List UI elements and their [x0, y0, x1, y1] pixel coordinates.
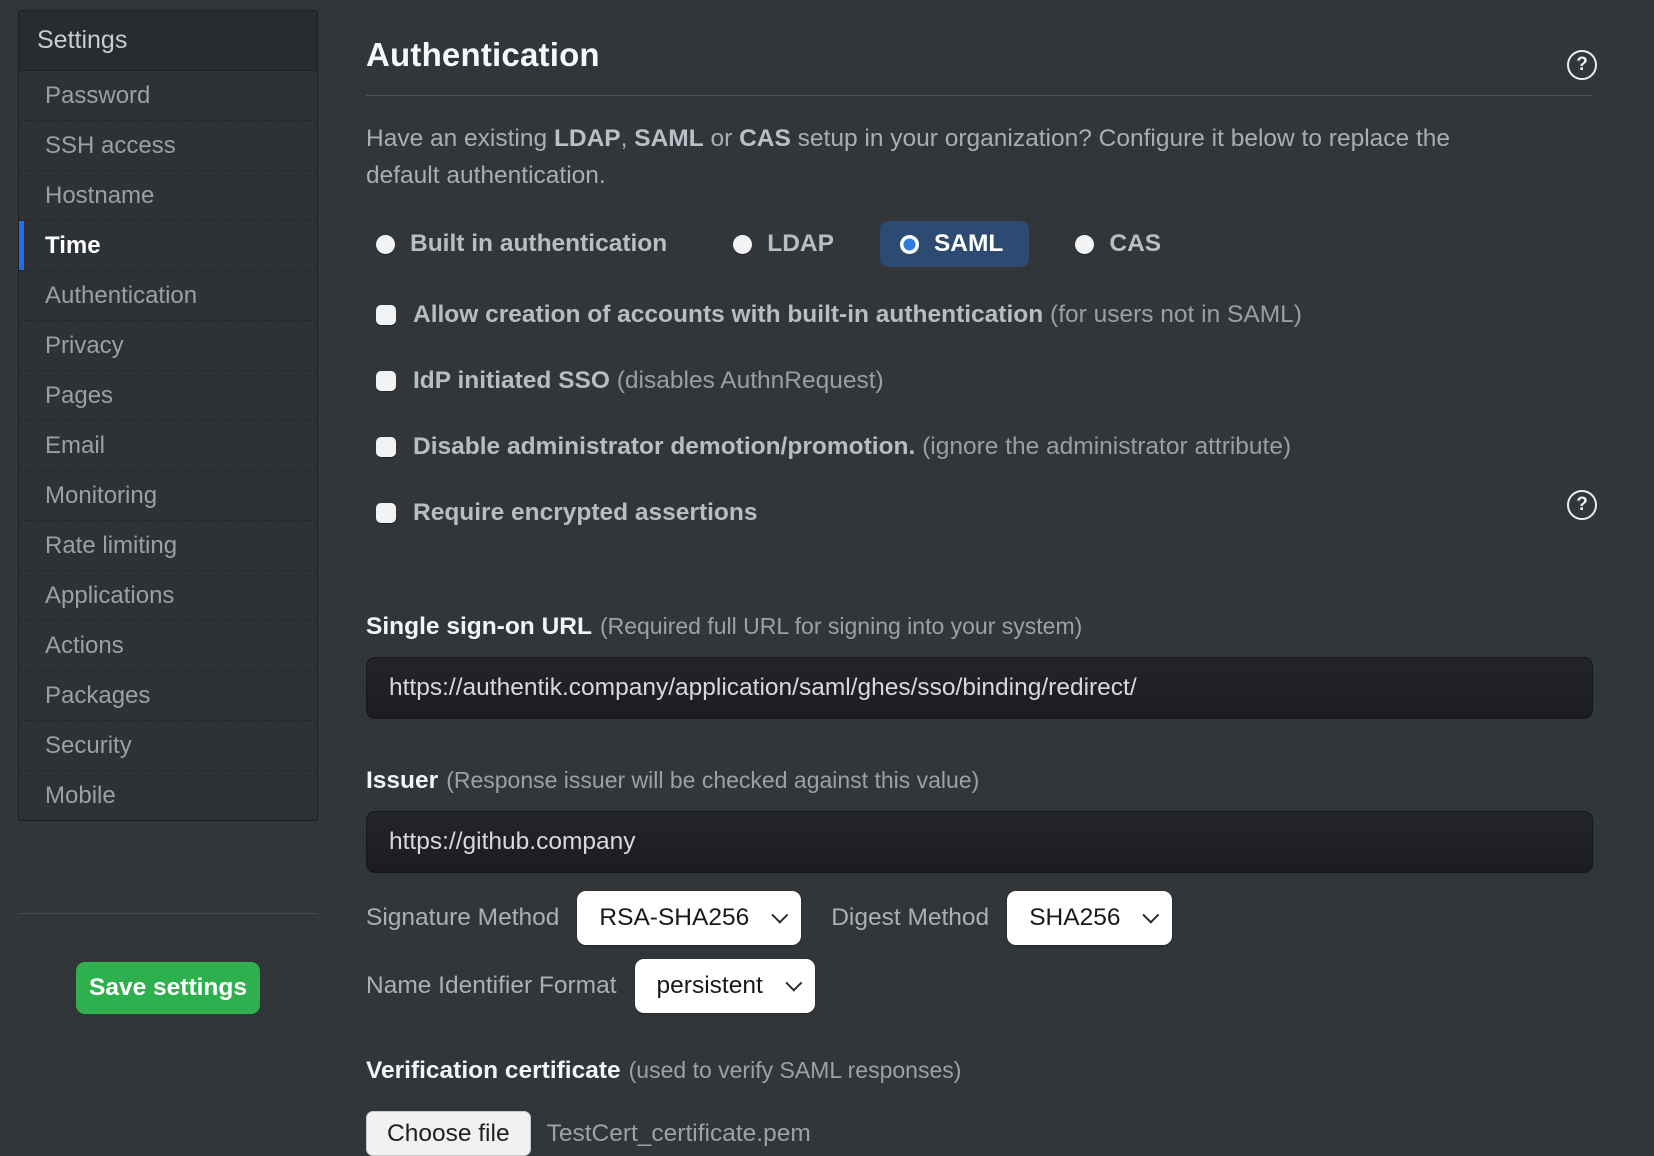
sidebar-item-rate-limiting[interactable]: Rate limiting: [19, 520, 317, 570]
sso-url-input[interactable]: [366, 657, 1593, 719]
sidebar-item-monitoring[interactable]: Monitoring: [19, 470, 317, 520]
radio-label: CAS: [1109, 230, 1161, 258]
page-title: Authentication: [366, 36, 1593, 74]
sidebar-item-ssh-access[interactable]: SSH access: [19, 120, 317, 170]
sidebar-item-time[interactable]: Time: [19, 220, 317, 270]
name-identifier-format-select[interactable]: persistent: [635, 959, 815, 1013]
sidebar-item-actions[interactable]: Actions: [19, 620, 317, 670]
radio-label: Built in authentication: [410, 230, 667, 258]
help-icon[interactable]: ?: [1567, 50, 1597, 80]
method-selects-row: Signature Method RSA-SHA256 Digest Metho…: [366, 891, 1593, 945]
sidebar-item-applications[interactable]: Applications: [19, 570, 317, 620]
option-allow-builtin-accounts: Allow creation of accounts with built-in…: [376, 301, 1593, 329]
chevron-down-icon: [785, 975, 802, 992]
sidebar-item-packages[interactable]: Packages: [19, 670, 317, 720]
sidebar-item-authentication[interactable]: Authentication: [19, 270, 317, 320]
signature-method-label: Signature Method: [366, 904, 559, 932]
option-require-encrypted-assertions: Require encrypted assertions: [376, 499, 1593, 527]
digest-method-select[interactable]: SHA256: [1007, 891, 1172, 945]
sidebar-item-hostname[interactable]: Hostname: [19, 170, 317, 220]
sso-url-field: Single sign-on URL(Required full URL for…: [366, 613, 1593, 719]
issuer-input[interactable]: [366, 811, 1593, 873]
encrypted-assertions-help-icon[interactable]: ?: [1567, 490, 1597, 520]
option-label: Require encrypted assertions: [413, 499, 757, 527]
option-label: IdP initiated SSO (disables AuthnRequest…: [413, 367, 884, 395]
option-label: Allow creation of accounts with built-in…: [413, 301, 1302, 329]
intro-text: Have an existing LDAP, SAML or CAS setup…: [366, 120, 1486, 194]
auth-method-radio-group: Built in authentication LDAP SAML CAS: [366, 221, 1593, 267]
issuer-label: Issuer(Response issuer will be checked a…: [366, 767, 1593, 795]
radio-selected-icon: [900, 235, 919, 254]
radio-icon: [376, 235, 395, 254]
sidebar-divider: [18, 913, 318, 914]
app-root: Settings Password SSH access Hostname Ti…: [0, 0, 1654, 1124]
sidebar-item-password[interactable]: Password: [19, 71, 317, 120]
sidebar-item-mobile[interactable]: Mobile: [19, 770, 317, 820]
radio-icon: [733, 235, 752, 254]
checkbox-icon[interactable]: [376, 371, 396, 391]
chevron-down-icon: [1143, 907, 1160, 924]
radio-built-in-authentication[interactable]: Built in authentication: [376, 230, 667, 258]
verification-certificate-field: Verification certificate(used to verify …: [366, 1057, 1593, 1156]
sso-url-label: Single sign-on URL(Required full URL for…: [366, 613, 1593, 641]
choose-file-button[interactable]: Choose file: [366, 1111, 531, 1156]
signature-method-select[interactable]: RSA-SHA256: [577, 891, 801, 945]
checkbox-icon[interactable]: [376, 437, 396, 457]
sidebar-item-email[interactable]: Email: [19, 420, 317, 470]
settings-nav: Settings Password SSH access Hostname Ti…: [18, 10, 318, 821]
saml-options: Allow creation of accounts with built-in…: [366, 301, 1593, 527]
chevron-down-icon: [772, 907, 789, 924]
sidebar-header: Settings: [19, 11, 317, 71]
issuer-field: Issuer(Response issuer will be checked a…: [366, 767, 1593, 873]
verification-certificate-label: Verification certificate(used to verify …: [366, 1057, 1593, 1085]
name-identifier-format-label: Name Identifier Format: [366, 972, 617, 1000]
settings-sidebar: Settings Password SSH access Hostname Ti…: [18, 0, 318, 1124]
radio-ldap[interactable]: LDAP: [733, 230, 834, 258]
certificate-file-row: Choose file TestCert_certificate.pem: [366, 1111, 1593, 1156]
save-settings-button[interactable]: Save settings: [76, 962, 260, 1014]
radio-cas[interactable]: CAS: [1075, 230, 1161, 258]
option-disable-admin-demotion: Disable administrator demotion/promotion…: [376, 433, 1593, 461]
sidebar-item-pages[interactable]: Pages: [19, 370, 317, 420]
checkbox-icon[interactable]: [376, 305, 396, 325]
selected-value: RSA-SHA256: [599, 904, 749, 932]
radio-icon: [1075, 235, 1094, 254]
radio-saml[interactable]: SAML: [880, 221, 1029, 267]
selected-value: SHA256: [1029, 904, 1120, 932]
radio-label: LDAP: [767, 230, 834, 258]
option-idp-initiated-sso: IdP initiated SSO (disables AuthnRequest…: [376, 367, 1593, 395]
digest-method-label: Digest Method: [831, 904, 989, 932]
name-identifier-row: Name Identifier Format persistent: [366, 959, 1593, 1013]
sidebar-item-privacy[interactable]: Privacy: [19, 320, 317, 370]
checkbox-icon[interactable]: [376, 503, 396, 523]
option-label: Disable administrator demotion/promotion…: [413, 433, 1291, 461]
authentication-settings-main: ? ? Authentication Have an existing LDAP…: [318, 0, 1654, 1124]
selected-value: persistent: [657, 972, 763, 1000]
sidebar-item-security[interactable]: Security: [19, 720, 317, 770]
radio-label: SAML: [934, 230, 1003, 258]
title-divider: [366, 95, 1593, 96]
